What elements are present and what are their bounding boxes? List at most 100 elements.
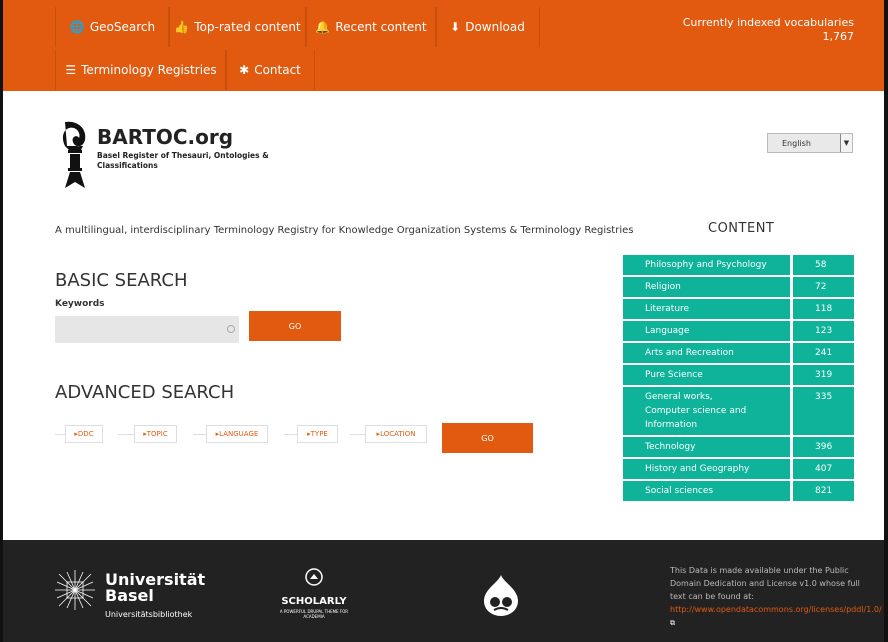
content-row[interactable]: Philosophy and Psychology 58	[623, 255, 854, 275]
advanced-search-go-button[interactable]: GO	[442, 423, 533, 453]
license-notice: This Data is made available under the Pu…	[670, 564, 882, 630]
basic-search-go-button[interactable]: GO	[249, 311, 341, 341]
content-row[interactable]: Technology 396	[623, 437, 854, 457]
content-count: 241	[793, 343, 854, 363]
facet-topic[interactable]: ▸ TOPIC	[134, 425, 177, 443]
nav-download[interactable]: ⬇ Download	[435, 7, 540, 47]
content-name: Technology	[623, 437, 790, 457]
nav-contact[interactable]: ✱ Contact	[225, 50, 315, 90]
basic-search-heading: BASIC SEARCH	[55, 270, 188, 291]
university-star-icon	[55, 570, 95, 610]
content-count: 396	[793, 437, 854, 457]
nav-label: Recent content	[335, 20, 427, 34]
facet-label: LOCATION	[380, 430, 416, 438]
count-label: Currently indexed vocabularies	[682, 16, 854, 29]
facet-label: LANGUAGE	[219, 430, 259, 438]
content-count: 72	[793, 277, 854, 297]
license-text: This Data is made available under the Pu…	[670, 566, 860, 601]
facet-divider	[193, 434, 206, 435]
site-subtitle: Basel Register of Thesauri, Ontologies &…	[97, 151, 269, 170]
content-name: Arts and Recreation	[623, 343, 790, 363]
content-table: Philosophy and Psychology 58 Religion 72 L…	[623, 255, 854, 503]
license-link[interactable]: http://www.opendatacommons.org/licenses/…	[670, 605, 882, 614]
content-row[interactable]: Arts and Recreation 241	[623, 343, 854, 363]
content-row[interactable]: Religion 72	[623, 277, 854, 297]
content-name: Pure Science	[623, 365, 790, 385]
asterisk-icon: ✱	[239, 63, 250, 77]
facet-label: DDC	[77, 430, 94, 438]
list-icon: ☰	[65, 63, 77, 77]
content-count: 118	[793, 299, 854, 319]
nav-recent[interactable]: 🔔 Recent content	[305, 7, 437, 47]
site-tagline: A multilingual, interdisciplinary Termin…	[55, 225, 634, 236]
advanced-search-heading: ADVANCED SEARCH	[55, 382, 235, 403]
university-name-line: Basel	[105, 586, 154, 605]
facet-language[interactable]: ▸ LANGUAGE	[206, 425, 268, 443]
basel-staff-icon	[62, 121, 86, 188]
university-name: Universität Basel	[105, 572, 205, 604]
keywords-input[interactable]	[55, 316, 239, 343]
drupal-drop-icon	[484, 575, 518, 616]
facet-ddc[interactable]: ▸ DDC	[65, 425, 103, 443]
language-value: English	[782, 138, 811, 148]
content-name: History and Geography	[623, 459, 790, 479]
bell-icon: 🔔	[315, 20, 331, 34]
content-count: 319	[793, 365, 854, 385]
content-name: Philosophy and Psychology	[623, 255, 790, 275]
autocomplete-icon	[227, 325, 235, 333]
nav-label: Contact	[254, 63, 301, 77]
content-row[interactable]: Pure Science 319	[623, 365, 854, 385]
content-count: 335	[793, 387, 854, 435]
content-heading: CONTENT	[708, 221, 775, 236]
facet-divider	[350, 434, 365, 435]
facet-divider	[118, 434, 134, 435]
university-library: Universitätsbibliothek	[105, 610, 193, 619]
facet-type[interactable]: ▸ TYPE	[297, 425, 338, 443]
content-count: 123	[793, 321, 854, 341]
vocabulary-count: Currently indexed vocabularies 1,767	[683, 16, 854, 44]
content-row[interactable]: History and Geography 407	[623, 459, 854, 479]
facet-label: TYPE	[310, 430, 328, 438]
scholarly-title: SCHOLARLY	[281, 596, 347, 607]
count-value: 1,767	[822, 30, 855, 43]
thumbs-up-icon: 👍	[174, 20, 190, 34]
chevron-down-icon: ▼	[840, 134, 852, 152]
facet-location[interactable]: ▸ LOCATION	[365, 425, 427, 443]
content-count: 58	[793, 255, 854, 275]
university-basel-logo[interactable]: Universität Basel Universitätsbibliothek	[55, 570, 205, 619]
globe-icon: 🌐	[69, 20, 85, 34]
nav-label: Top-rated content	[194, 20, 301, 34]
keywords-label: Keywords	[55, 299, 105, 309]
nav-geosearch[interactable]: 🌐 GeoSearch	[55, 7, 170, 47]
nav-terminology-registries[interactable]: ☰ Terminology Registries	[55, 50, 227, 90]
scholarly-emblem-icon	[305, 568, 323, 586]
external-link-icon: ⧉	[670, 619, 675, 627]
content-name: Literature	[623, 299, 790, 319]
nav-label: Terminology Registries	[81, 63, 217, 77]
content-row[interactable]: Language 123	[623, 321, 854, 341]
content-name: Language	[623, 321, 790, 341]
facet-label: TOPIC	[146, 430, 168, 438]
content-row[interactable]: General works, Computer science and Info…	[623, 387, 854, 435]
scholarly-logo[interactable]: SCHOLARLY A POWERFUL DRUPAL THEME FOR AC…	[279, 568, 349, 619]
drupal-logo[interactable]	[480, 573, 522, 621]
top-navigation: 🌐 GeoSearch 👍 Top-rated content 🔔 Recent…	[3, 0, 884, 91]
content-name: Social sciences	[623, 481, 790, 501]
facet-divider	[284, 434, 297, 435]
content-row[interactable]: Social sciences 821	[623, 481, 854, 501]
nav-top-rated[interactable]: 👍 Top-rated content	[168, 7, 307, 47]
site-logo[interactable]: BARTOC.org Basel Register of Thesauri, O…	[55, 120, 315, 190]
language-select[interactable]: English ▼	[767, 133, 853, 153]
facet-divider	[55, 434, 65, 435]
content-row[interactable]: Literature 118	[623, 299, 854, 319]
nav-label: Download	[465, 20, 525, 34]
content-count: 407	[793, 459, 854, 479]
site-title: BARTOC.org	[97, 125, 234, 149]
footer: Universität Basel Universitätsbibliothek…	[3, 540, 884, 642]
content-name: Religion	[623, 277, 790, 297]
content-name: General works, Computer science and Info…	[623, 387, 790, 435]
download-icon: ⬇	[450, 20, 461, 34]
content-count: 821	[793, 481, 854, 501]
scholarly-subtitle: A POWERFUL DRUPAL THEME FOR ACADEMIA	[279, 609, 349, 619]
nav-label: GeoSearch	[89, 20, 156, 34]
